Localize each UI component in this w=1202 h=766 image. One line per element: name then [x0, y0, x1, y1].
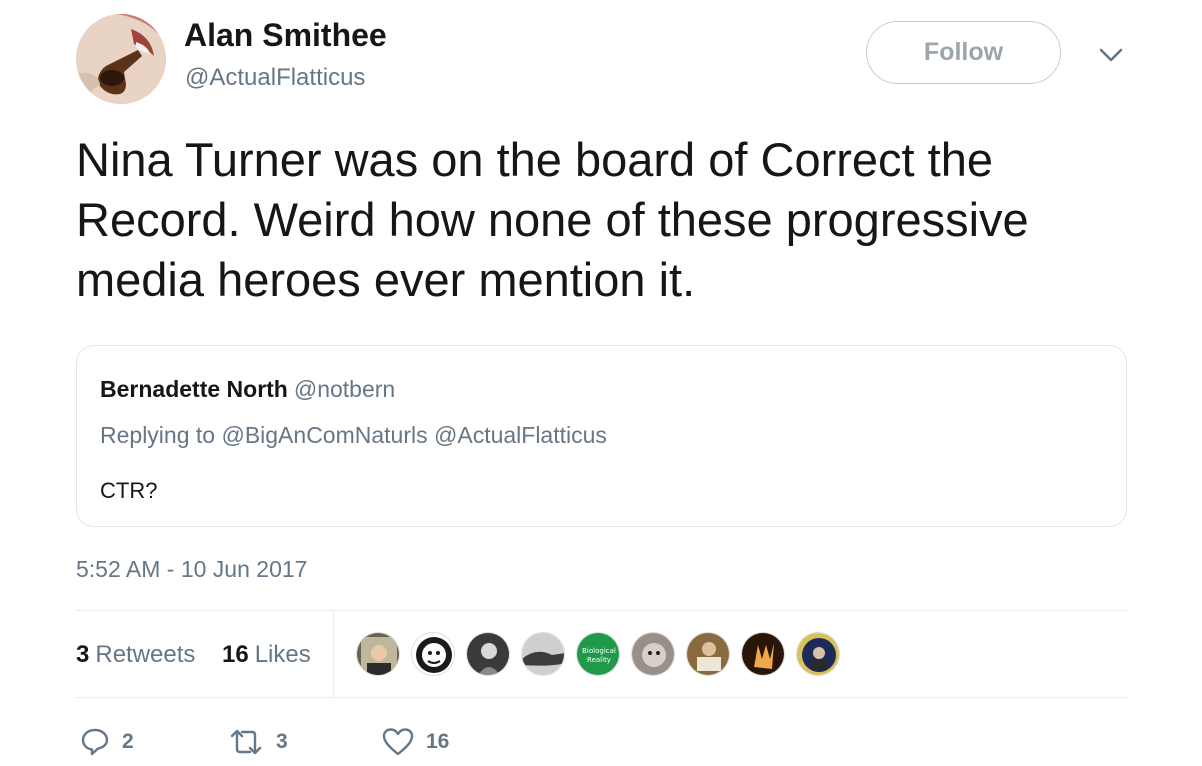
like-button[interactable]: 16 [382, 727, 449, 757]
reply-mention[interactable]: @ActualFlatticus [434, 422, 607, 448]
pipe-avatar-icon [76, 14, 166, 104]
tweet-timestamp[interactable]: 5:52 AM - 10 Jun 2017 [76, 556, 307, 583]
liker-avatar[interactable]: Biological Reality [576, 632, 620, 676]
liker-avatar[interactable] [686, 632, 730, 676]
stats-divider [333, 611, 334, 697]
likes-label: Likes [254, 641, 311, 668]
svg-text:Reality: Reality [587, 656, 611, 664]
retweet-icon [230, 729, 262, 755]
retweet-count: 3 [276, 730, 288, 753]
tweet-text-line: media heroes ever mention it. [76, 253, 696, 306]
quoted-text: CTR? [100, 478, 158, 503]
replying-to: Replying to @BigAnComNaturls @ActualFlat… [100, 422, 607, 449]
tweet-text: Nina Turner was on the board of Correct … [76, 130, 1166, 310]
likes-stat[interactable]: 16 Likes [222, 641, 311, 669]
likes-count: 16 [222, 641, 249, 668]
quoted-author-name: Bernadette North [100, 376, 288, 402]
liker-avatar[interactable] [741, 632, 785, 676]
quoted-tweet[interactable]: Bernadette North @notbern Replying to @Bi… [76, 345, 1127, 527]
reply-mention[interactable]: @BigAnComNaturls [221, 422, 427, 448]
retweet-button[interactable]: 3 [228, 727, 288, 757]
reply-count: 2 [122, 730, 134, 753]
divider [76, 610, 1127, 611]
retweets-count: 3 [76, 641, 90, 668]
tweet-text-line: Record. Weird how none of these progress… [76, 193, 1029, 246]
follow-button[interactable]: Follow [866, 21, 1061, 84]
svg-text:Biological: Biological [582, 647, 616, 655]
author-name[interactable]: Alan Smithee [184, 17, 387, 54]
author-handle[interactable]: @ActualFlatticus [185, 64, 365, 92]
retweets-label: Retweets [95, 641, 196, 668]
liker-avatar[interactable] [631, 632, 675, 676]
divider [76, 697, 1127, 698]
liker-avatar[interactable] [356, 632, 400, 676]
replying-to-label: Replying to [100, 422, 216, 448]
retweets-stat[interactable]: 3 Retweets [76, 641, 195, 669]
liker-avatar[interactable] [411, 632, 455, 676]
quoted-author-handle: @notbern [293, 376, 396, 402]
reply-button[interactable]: 2 [80, 727, 134, 757]
liker-avatar[interactable] [521, 632, 565, 676]
reply-icon [81, 728, 109, 756]
tweet-text-line: Nina Turner was on the board of Correct … [76, 133, 993, 186]
heart-icon [382, 728, 414, 756]
avatar[interactable] [76, 14, 166, 104]
liker-avatar[interactable] [796, 632, 840, 676]
liker-avatar[interactable] [466, 632, 510, 676]
chevron-down-icon[interactable] [1098, 44, 1124, 66]
quoted-author: Bernadette North @notbern [100, 376, 395, 403]
like-count: 16 [426, 730, 450, 753]
